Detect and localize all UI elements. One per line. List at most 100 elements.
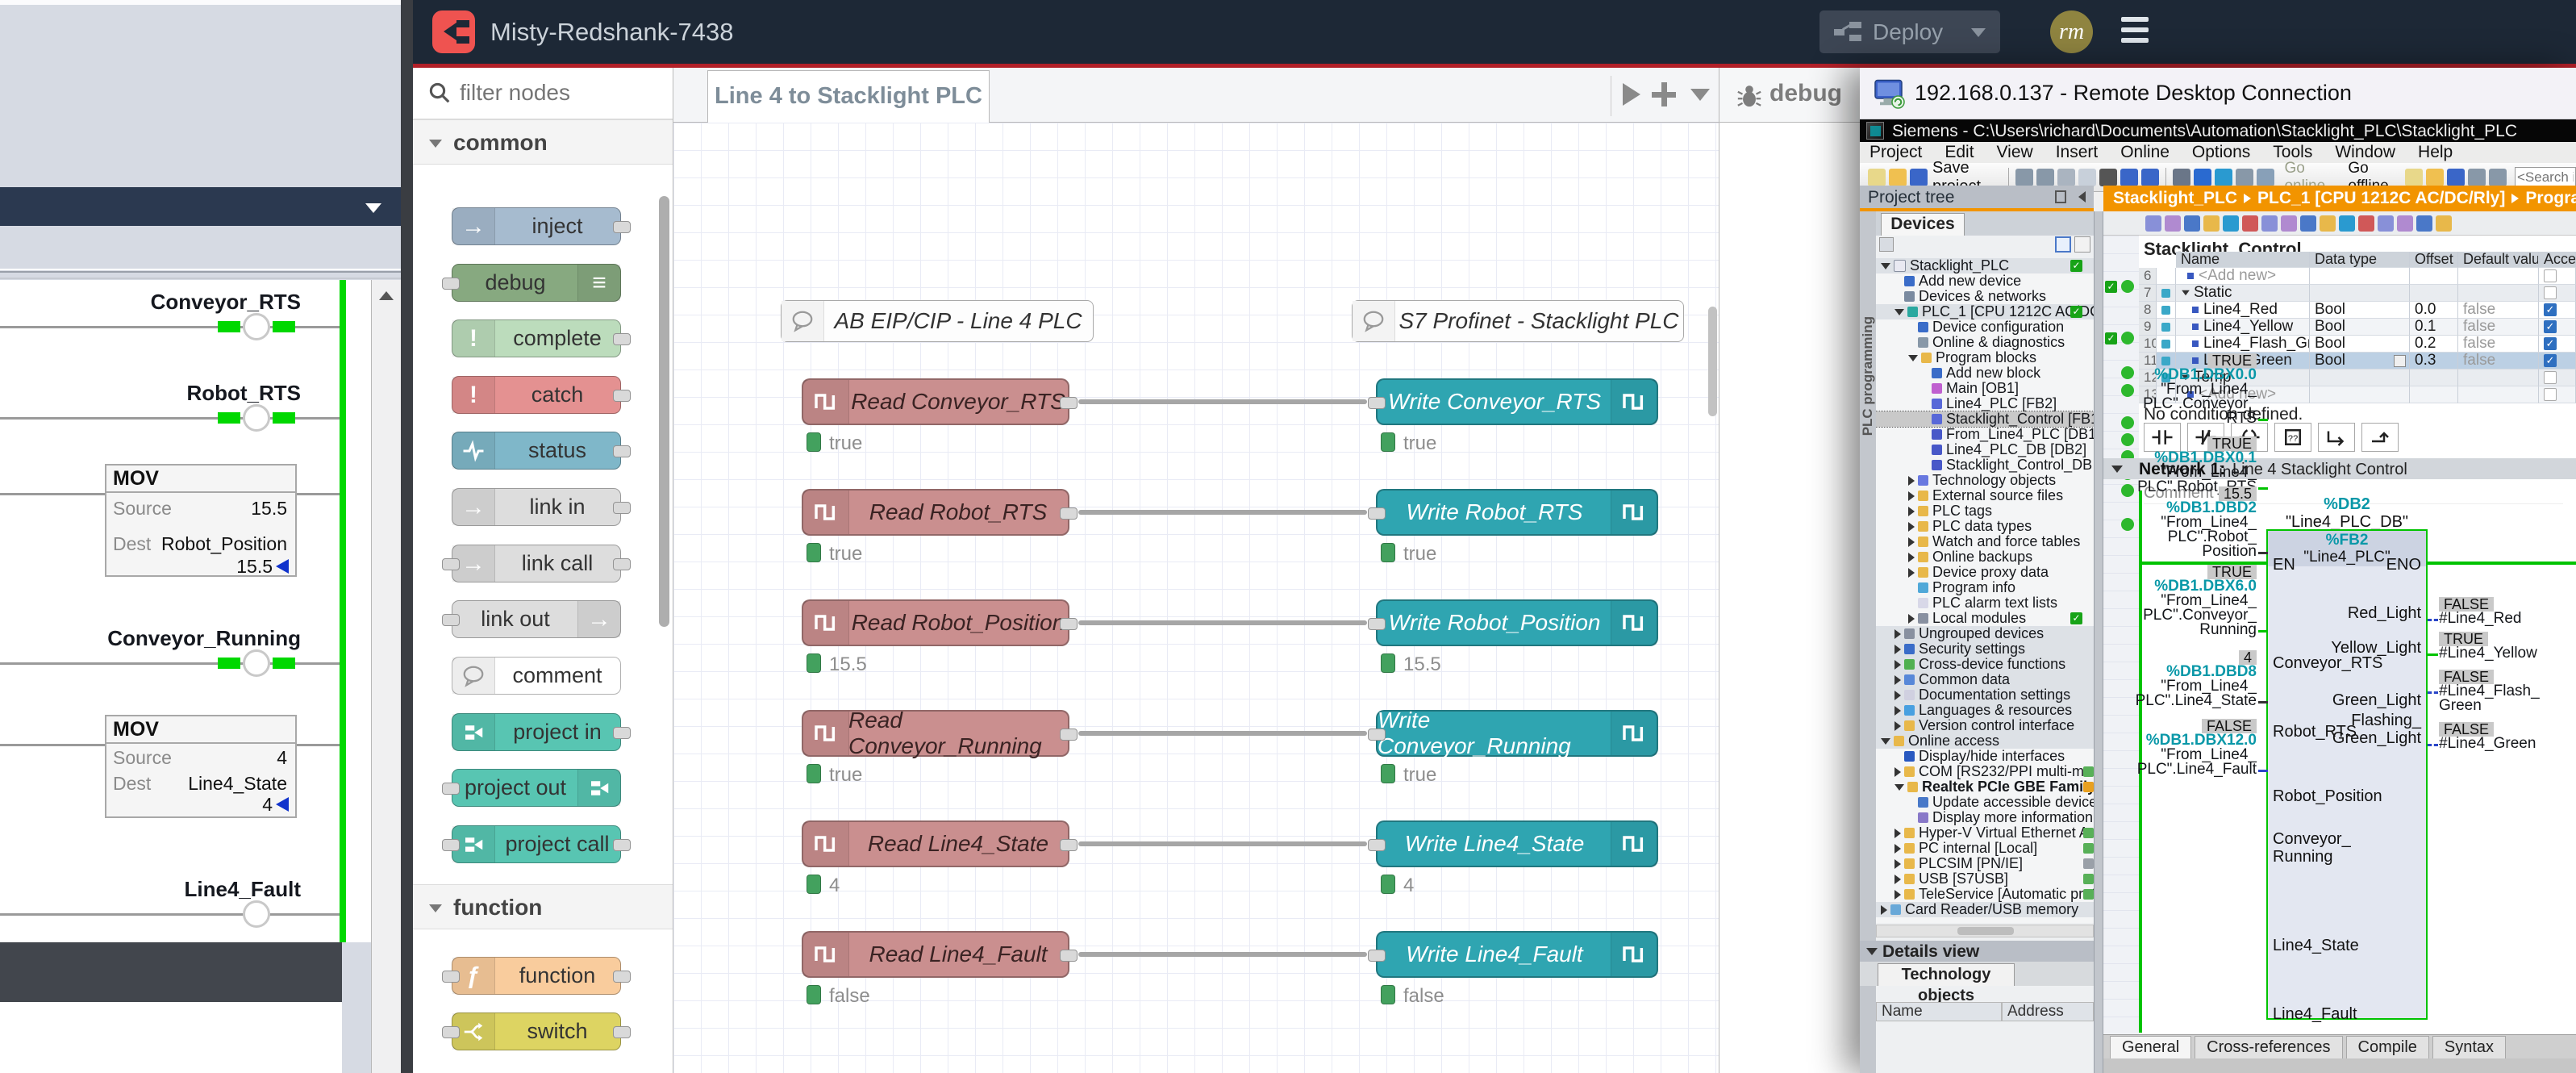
view-list-icon[interactable]: [2055, 236, 2071, 253]
node-port[interactable]: [1368, 507, 1386, 520]
tree-item-plcsim-pn-ie-[interactable]: PLCSIM [PN/IE]: [1876, 856, 2094, 871]
tab-devices[interactable]: Devices: [1881, 213, 1965, 236]
tag-row-11-datatype[interactable]: Bool: [2310, 353, 2410, 369]
node-port[interactable]: [613, 971, 631, 983]
node-port[interactable]: [442, 971, 460, 983]
tag-row-11-accessible[interactable]: ✓: [2539, 353, 2576, 369]
breadcrumb-item[interactable]: PLC_1 [CPU 1212C AC/DC/Rly]: [2257, 189, 2505, 208]
breadcrumb[interactable]: Stacklight_PLC PLC_1 [CPU 1212C AC/DC/Rly…: [2103, 186, 2576, 211]
open-branch-icon[interactable]: [2318, 423, 2355, 452]
accessible-checkbox[interactable]: ✓: [2544, 320, 2557, 333]
palette-node-comment[interactable]: comment: [452, 657, 621, 695]
tree-item-stacklight-control-db-[interactable]: Stacklight_Control_DB [...: [1876, 457, 2094, 473]
tree-item-add-new-device[interactable]: Add new device: [1876, 273, 2094, 289]
tag-row-9-accessible[interactable]: ✓: [2539, 319, 2576, 336]
tree-item-program-blocks[interactable]: Program blocks: [1876, 350, 2094, 365]
tree-item-pc-internal-local-[interactable]: PC internal [Local]: [1876, 841, 2094, 856]
menu-project[interactable]: Project: [1869, 143, 1922, 162]
operand-name[interactable]: Green: [2439, 699, 2576, 713]
tag-row-10-name[interactable]: Line4_Flash_Green: [2176, 336, 2310, 353]
tree-item-documentation-settings[interactable]: Documentation settings: [1876, 687, 2094, 703]
tag-row-9-name[interactable]: Line4_Yellow: [2176, 319, 2310, 336]
cut-icon[interactable]: [2036, 169, 2054, 186]
palette-node-link-call[interactable]: →link call: [452, 545, 621, 582]
new-project-icon[interactable]: [1868, 169, 1886, 186]
tab-compile[interactable]: Compile: [2346, 1036, 2429, 1058]
tree-item-hyper-v-virtual-ethernet-adapter[interactable]: Hyper-V Virtual Ethernet Adapter: [1876, 825, 2094, 841]
node-port[interactable]: [613, 390, 631, 402]
palette-node-complete[interactable]: !complete: [452, 319, 621, 357]
undo-icon[interactable]: [2120, 169, 2138, 186]
palette-node-project-call[interactable]: project call: [452, 825, 621, 863]
cross-reference-icon[interactable]: [2447, 169, 2465, 186]
palette-filter-input[interactable]: [458, 76, 655, 110]
tag-row-10-datatype[interactable]: Bool: [2310, 336, 2410, 353]
download-icon[interactable]: [2194, 169, 2211, 186]
node-port[interactable]: [613, 502, 631, 514]
details-column-name[interactable]: Name: [1876, 1002, 2002, 1021]
tag-row-8-accessible[interactable]: ✓: [2539, 302, 2576, 319]
comment-node[interactable]: S7 Profinet - Stacklight PLC: [1352, 300, 1684, 342]
tree-item-device-configuration[interactable]: Device configuration: [1876, 319, 2094, 335]
editor-tool-icon[interactable]: [2397, 215, 2413, 232]
datatype-dropdown-button[interactable]: [2394, 355, 2406, 367]
editor-tool-icon[interactable]: [2339, 215, 2355, 232]
editor-tool-icon[interactable]: [2203, 215, 2220, 232]
tree-item-from-line4-plc-db1-[interactable]: From_Line4_PLC [DB1]: [1876, 427, 2094, 442]
online-overview-icon[interactable]: [2405, 169, 2423, 186]
flow-node-Read-Line4_Fault[interactable]: Read Line4_Fault: [802, 931, 1069, 978]
avatar[interactable]: rm: [2050, 10, 2093, 53]
tab-cross-references[interactable]: Cross-references: [2195, 1036, 2342, 1058]
palette-node-link-in[interactable]: →link in: [452, 488, 621, 526]
menu-help[interactable]: Help: [2418, 143, 2453, 162]
tree-item-online-diagnostics[interactable]: Online & diagnostics: [1876, 335, 2094, 350]
tag-row-8-datatype[interactable]: Bool: [2310, 302, 2410, 319]
details-column-address[interactable]: Address: [2002, 1002, 2094, 1021]
tree-settings-icon[interactable]: [1879, 237, 1894, 252]
node-port[interactable]: [442, 783, 460, 795]
editor-tool-icon[interactable]: [2436, 215, 2452, 232]
tree-item-cross-device-functions[interactable]: Cross-device functions: [1876, 657, 2094, 672]
close-icon[interactable]: [2489, 169, 2507, 186]
flow-node-Write-Line4_Fault[interactable]: Write Line4_Fault: [1376, 931, 1658, 978]
tree-item-plc-1-cpu-1212c-ac-dc-rly-[interactable]: PLC_1 [CPU 1212C AC/DC/Rly]✓: [1876, 304, 2094, 319]
operand-name[interactable]: #Line4_Green: [2439, 737, 2576, 751]
panel-splitter[interactable]: [2094, 211, 2103, 1073]
tag-row-13-accessible[interactable]: [2539, 386, 2576, 403]
tree-item-plc-alarm-text-lists[interactable]: PLC alarm text lists: [1876, 595, 2094, 611]
tree-item-line4-plc-fb2-[interactable]: Line4_PLC [FB2]: [1876, 396, 2094, 411]
node-port[interactable]: [613, 1026, 631, 1038]
palette-node-project-in[interactable]: project in: [452, 713, 621, 751]
tag-row-7-datatype[interactable]: [2310, 285, 2410, 302]
node-port[interactable]: [613, 727, 631, 739]
tree-hscrollbar[interactable]: [1876, 925, 2094, 937]
empty-box-icon[interactable]: ??: [2274, 423, 2311, 452]
breadcrumb-item[interactable]: Stacklight_PLC: [2113, 189, 2237, 208]
tree-item-display-more-information[interactable]: Display more information: [1876, 810, 2094, 825]
flow-node-Read-Robot_Position[interactable]: Read Robot_Position: [802, 599, 1069, 646]
tree-item-online-backups[interactable]: Online backups: [1876, 549, 2094, 565]
tree-item-add-new-block[interactable]: Add new block: [1876, 365, 2094, 381]
palette-node-inject[interactable]: →inject: [452, 207, 621, 245]
operand-name[interactable]: #Line4_Yellow: [2439, 646, 2576, 661]
canvas-scrollbar[interactable]: [1708, 307, 1717, 416]
operand-name[interactable]: PLC".Line4_State: [2128, 694, 2257, 708]
node-port[interactable]: [1060, 729, 1078, 741]
flow-node-Write-Conveyor_Running[interactable]: Write Conveyor_Running: [1376, 710, 1658, 757]
node-port[interactable]: [1368, 839, 1386, 851]
operand-name[interactable]: #Line4_Red: [2439, 612, 2576, 626]
flow-tab[interactable]: Line 4 to Stacklight PLC: [707, 70, 990, 123]
tree-item-device-proxy-data[interactable]: Device proxy data: [1876, 565, 2094, 580]
flow-node-Read-Robot_RTS[interactable]: Read Robot_RTS: [802, 489, 1069, 536]
table-column-offset[interactable]: Offset: [2410, 252, 2458, 268]
palette-node-catch[interactable]: !catch: [452, 376, 621, 414]
flow-canvas[interactable]: AB EIP/CIP - Line 4 PLCS7 Profinet - Sta…: [673, 123, 1719, 1073]
operand-name[interactable]: RTS: [2128, 411, 2257, 426]
table-column-data-type[interactable]: Data type: [2310, 252, 2410, 268]
node-port[interactable]: [1060, 950, 1078, 962]
tree-item-update-accessible-devices[interactable]: Update accessible devices: [1876, 795, 2094, 810]
palette-search[interactable]: [413, 68, 673, 119]
mov-instruction[interactable]: MOVSource4DestLine4_State4: [105, 715, 297, 818]
tree-item-common-data[interactable]: Common data: [1876, 672, 2094, 687]
node-port[interactable]: [442, 614, 460, 626]
